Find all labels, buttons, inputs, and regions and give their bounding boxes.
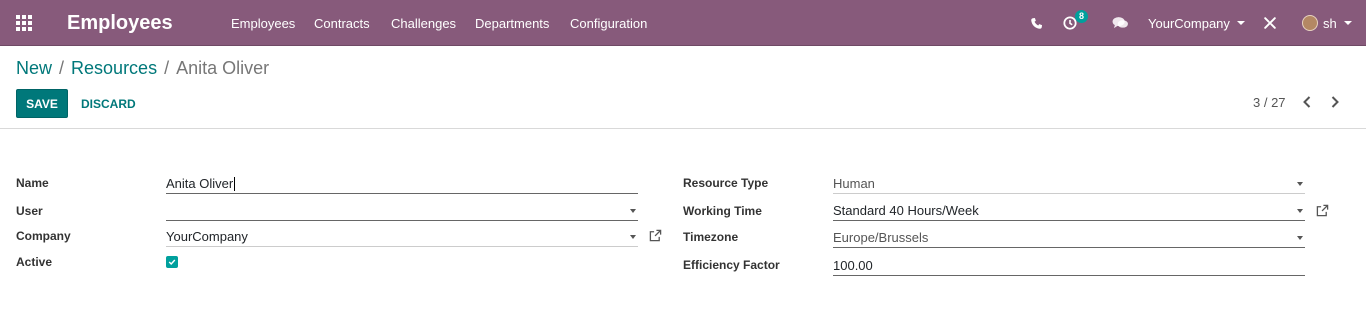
external-link-icon[interactable] — [649, 229, 662, 247]
company-field[interactable]: YourCompany — [166, 227, 638, 247]
text-cursor — [234, 177, 236, 192]
chevron-down-icon[interactable] — [1297, 181, 1303, 186]
chevron-right-icon — [1331, 96, 1339, 108]
external-link-icon[interactable] — [1316, 204, 1329, 222]
chevron-down-icon — [1343, 21, 1352, 25]
chevron-down-icon[interactable] — [630, 208, 636, 213]
efficiency-factor-value: 100.00 — [833, 258, 873, 273]
top-navbar: Employees Employees Contracts Challenges… — [0, 0, 1366, 46]
efficiency-factor-label: Efficiency Factor — [683, 258, 780, 272]
menu-employees[interactable]: Employees — [231, 0, 295, 46]
user-name: sh — [1323, 15, 1337, 31]
chevron-down-icon[interactable] — [1297, 208, 1303, 213]
resource-type-label: Resource Type — [683, 176, 769, 190]
active-label: Active — [16, 255, 53, 269]
chevron-down-icon[interactable] — [630, 234, 636, 239]
pager-previous-button[interactable] — [1302, 95, 1312, 114]
resource-type-field[interactable]: Human — [833, 174, 1305, 194]
chevron-down-icon — [1236, 21, 1245, 25]
company-switcher[interactable]: YourCompany — [1148, 0, 1245, 46]
debug-tools-icon[interactable] — [1263, 0, 1277, 46]
activity-count-badge: 8 — [1075, 10, 1089, 23]
apps-menu-icon[interactable] — [16, 0, 34, 46]
resource-type-value: Human — [833, 176, 875, 191]
user-label: User — [16, 204, 43, 218]
name-value: Anita Oliver — [166, 175, 234, 191]
control-panel-divider — [0, 128, 1366, 129]
user-field[interactable] — [166, 201, 638, 221]
breadcrumb-separator: / — [164, 58, 170, 78]
phone-icon[interactable] — [1030, 0, 1043, 46]
working-time-field[interactable]: Standard 40 Hours/Week — [833, 201, 1305, 221]
save-button[interactable]: SAVE — [16, 89, 68, 118]
working-time-label: Working Time — [683, 204, 762, 218]
chevron-left-icon — [1303, 96, 1311, 108]
breadcrumb-resources[interactable]: Resources — [71, 58, 157, 79]
check-icon — [168, 259, 176, 266]
pager-next-button[interactable] — [1330, 95, 1340, 114]
discard-button[interactable]: DISCARD — [81, 89, 136, 118]
name-field[interactable]: Anita Oliver — [166, 174, 638, 194]
company-label: Company — [16, 229, 71, 243]
user-menu[interactable]: sh — [1302, 0, 1352, 46]
breadcrumb-current: Anita Oliver — [176, 58, 270, 78]
menu-contracts[interactable]: Contracts — [314, 0, 370, 46]
efficiency-factor-field[interactable]: 100.00 — [833, 256, 1305, 276]
breadcrumb-new[interactable]: New — [16, 58, 52, 79]
activity-clock-icon[interactable]: 8 — [1063, 0, 1093, 46]
name-label: Name — [16, 176, 49, 190]
pager-value[interactable]: 3 / 27 — [1253, 95, 1286, 110]
timezone-label: Timezone — [683, 230, 739, 244]
active-checkbox[interactable] — [166, 256, 178, 268]
app-title: Employees — [67, 11, 173, 34]
breadcrumb: New / Resources / Anita Oliver — [16, 58, 269, 79]
timezone-field[interactable]: Europe/Brussels — [833, 228, 1305, 248]
menu-challenges[interactable]: Challenges — [391, 0, 456, 46]
breadcrumb-separator: / — [59, 58, 65, 78]
messages-icon[interactable] — [1112, 0, 1129, 46]
menu-configuration[interactable]: Configuration — [570, 0, 647, 46]
company-value: YourCompany — [166, 229, 248, 244]
working-time-value: Standard 40 Hours/Week — [833, 203, 979, 218]
chevron-down-icon[interactable] — [1297, 235, 1303, 240]
timezone-value: Europe/Brussels — [833, 230, 929, 245]
avatar — [1302, 15, 1318, 31]
company-name: YourCompany — [1148, 15, 1230, 31]
menu-departments[interactable]: Departments — [475, 0, 549, 46]
